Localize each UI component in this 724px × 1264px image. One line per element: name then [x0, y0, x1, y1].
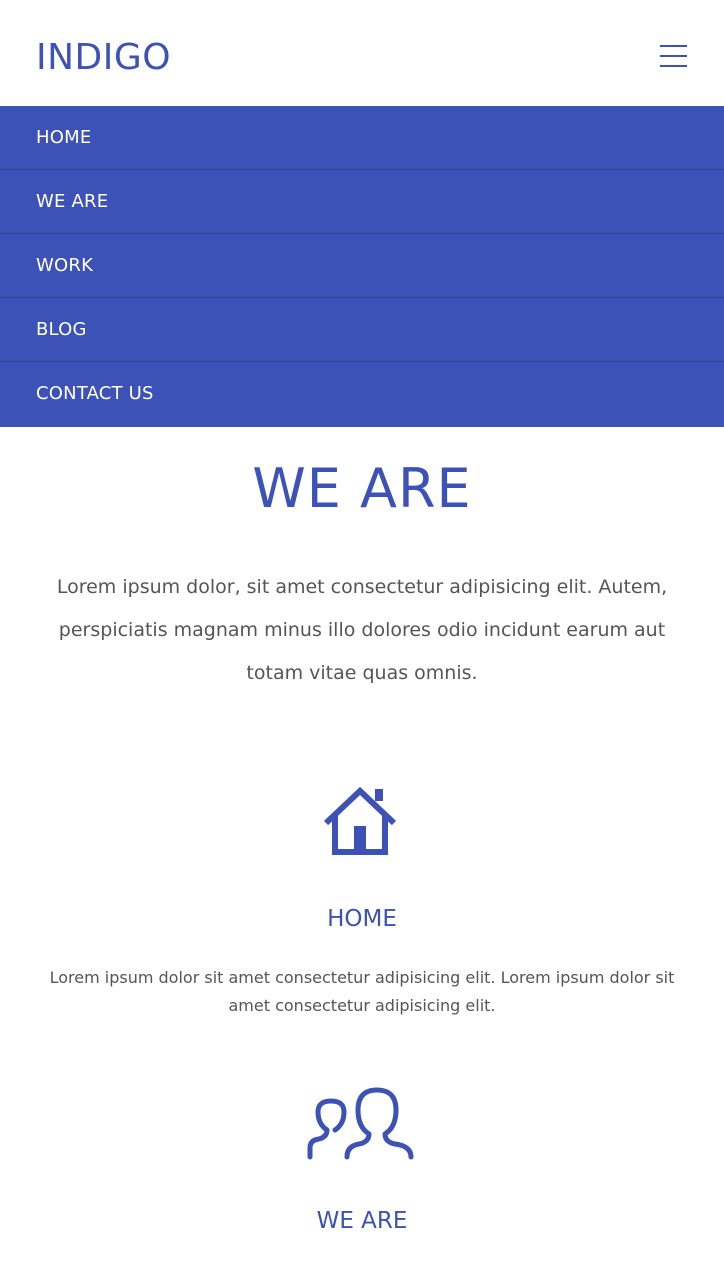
menu-item-work[interactable]: WORK	[0, 234, 724, 298]
hamburger-line	[660, 65, 687, 67]
menu-item-label: BLOG	[36, 319, 87, 340]
section-intro: Lorem ipsum dolor, sit amet consectetur …	[56, 576, 668, 684]
section-title: WE ARE	[252, 457, 472, 520]
hamburger-line	[660, 55, 687, 57]
page: INDIGO HOME WE ARE WORK BLOG CONTACT US …	[0, 0, 724, 1264]
menu-item-label: CONTACT US	[36, 383, 154, 404]
menu-item-contact-us[interactable]: CONTACT US	[0, 362, 724, 427]
menu-item-blog[interactable]: BLOG	[0, 298, 724, 362]
menu-item-home[interactable]: HOME	[0, 106, 724, 170]
navigation-menu: HOME WE ARE WORK BLOG CONTACT US	[0, 106, 724, 427]
feature-title-we-are: WE ARE	[316, 1208, 408, 1234]
brand-logo[interactable]: INDIGO	[36, 34, 171, 82]
top-bar: INDIGO	[0, 0, 724, 106]
hamburger-menu-icon[interactable]	[660, 44, 688, 68]
feature-title-home: HOME	[327, 906, 397, 932]
menu-item-label: HOME	[36, 127, 92, 148]
people-icon	[0, 1084, 724, 1164]
menu-item-label: WE ARE	[36, 191, 109, 212]
feature-text-home: Lorem ipsum dolor sit amet consectetur a…	[49, 968, 675, 1015]
house-icon	[0, 786, 724, 860]
menu-item-label: WORK	[36, 255, 94, 276]
menu-item-we-are[interactable]: WE ARE	[0, 170, 724, 234]
hamburger-line	[660, 45, 687, 47]
